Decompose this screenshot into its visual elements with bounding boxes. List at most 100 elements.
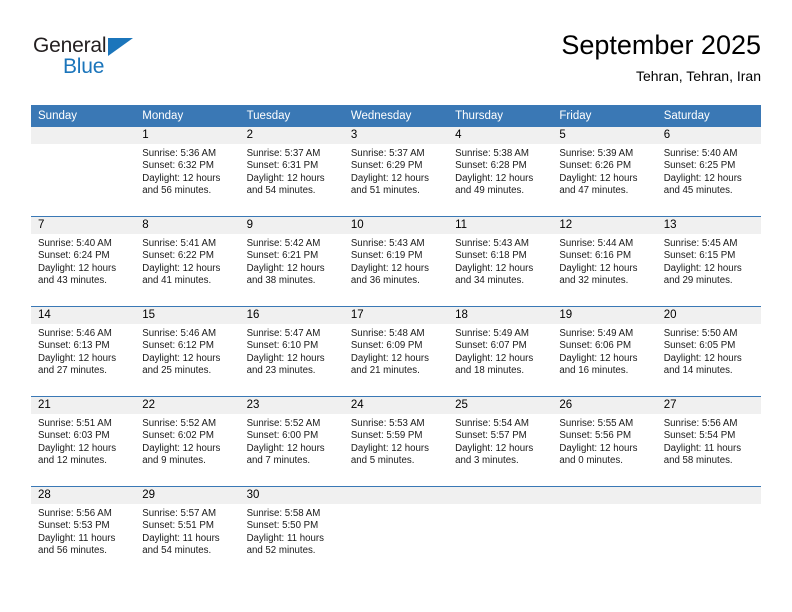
day-details: Sunrise: 5:56 AM Sunset: 5:53 PM Daylight:… <box>31 504 135 558</box>
sunset-text: Sunset: 5:53 PM <box>38 520 110 532</box>
day-details: Sunrise: 5:43 AM Sunset: 6:19 PM Daylight:… <box>344 234 448 288</box>
daylight-text-line1: Daylight: 12 hours <box>350 262 429 274</box>
day-cell-inner: 7 Sunrise: 5:40 AM Sunset: 6:24 PM Daylight… <box>31 217 136 306</box>
calendar-grid: Sunday Monday Tuesday Wednesday Thursday… <box>31 105 761 576</box>
daylight-text-line2: and 56 minutes. <box>142 185 212 197</box>
day-number: 7 <box>31 217 136 234</box>
day-details: Sunrise: 5:53 AM Sunset: 5:59 PM Daylight:… <box>344 414 448 468</box>
day-cell-inner: 10 Sunrise: 5:43 AM Sunset: 6:19 PM Dayligh… <box>343 217 449 306</box>
daylight-text-line2: and 5 minutes. <box>350 455 415 467</box>
sunset-text: Sunset: 6:18 PM <box>455 250 527 262</box>
calendar-day-cell[interactable]: 16 Sunrise: 5:47 AM Sunset: 6:10 PM Dayligh… <box>239 306 344 397</box>
calendar-day-cell[interactable]: 14 Sunrise: 5:46 AM Sunset: 6:13 PM Dayligh… <box>31 306 136 397</box>
daylight-text-line2: and 23 minutes. <box>246 365 316 377</box>
calendar-day-cell[interactable]: 18 Sunrise: 5:49 AM Sunset: 6:07 PM Dayligh… <box>448 306 553 397</box>
daylight-text-line2: and 36 minutes. <box>350 275 420 287</box>
calendar-day-cell[interactable]: 9 Sunrise: 5:42 AM Sunset: 6:21 PM Daylight… <box>239 216 344 307</box>
daylight-text-line2: and 54 minutes. <box>142 545 212 557</box>
sunset-text: Sunset: 6:26 PM <box>559 160 632 172</box>
calendar-day-cell[interactable]: 1 Sunrise: 5:36 AM Sunset: 6:32 PM Daylight… <box>135 127 240 217</box>
calendar-day-cell[interactable]: 12 Sunrise: 5:44 AM Sunset: 6:16 PM Dayligh… <box>552 216 657 307</box>
sunrise-text: Sunrise: 5:48 AM <box>350 328 425 339</box>
calendar-day-cell[interactable]: 5 Sunrise: 5:39 AM Sunset: 6:26 PM Daylight… <box>552 127 657 217</box>
calendar-cell-empty <box>31 127 136 217</box>
calendar-day-cell[interactable]: 6 Sunrise: 5:40 AM Sunset: 6:25 PM Daylight… <box>656 127 761 217</box>
weekday-header-wednesday: Wednesday <box>343 105 449 127</box>
calendar-day-cell[interactable]: 17 Sunrise: 5:48 AM Sunset: 6:09 PM Dayligh… <box>343 306 449 397</box>
calendar-day-cell[interactable]: 25 Sunrise: 5:54 AM Sunset: 5:57 PM Dayligh… <box>448 396 553 487</box>
daylight-text-line1: Daylight: 12 hours <box>142 442 221 454</box>
daylight-text-line2: and 58 minutes. <box>663 455 733 467</box>
daylight-text-line2: and 45 minutes. <box>663 185 733 197</box>
calendar-day-cell[interactable]: 30 Sunrise: 5:58 AM Sunset: 5:50 PM Dayligh… <box>239 486 344 576</box>
calendar-day-cell[interactable]: 22 Sunrise: 5:52 AM Sunset: 6:02 PM Dayligh… <box>135 396 240 487</box>
page-subtitle: Tehran, Tehran, Iran <box>635 68 761 84</box>
sunset-text: Sunset: 6:09 PM <box>350 340 423 352</box>
calendar-day-cell[interactable]: 29 Sunrise: 5:57 AM Sunset: 5:51 PM Dayligh… <box>135 486 240 576</box>
daylight-text-line2: and 0 minutes. <box>559 455 623 467</box>
day-cell-inner: 8 Sunrise: 5:41 AM Sunset: 6:22 PM Daylight… <box>135 217 240 306</box>
daylight-text-line1: Daylight: 12 hours <box>350 352 429 364</box>
calendar-day-cell[interactable]: 19 Sunrise: 5:49 AM Sunset: 6:06 PM Dayligh… <box>552 306 657 397</box>
day-number: 9 <box>239 217 344 234</box>
day-number <box>343 487 449 504</box>
sunrise-text: Sunrise: 5:52 AM <box>142 418 217 429</box>
sunset-text: Sunset: 6:21 PM <box>246 250 319 262</box>
calendar-day-cell[interactable]: 23 Sunrise: 5:52 AM Sunset: 6:00 PM Dayligh… <box>239 396 344 487</box>
daylight-text-line1: Daylight: 12 hours <box>663 352 742 364</box>
day-details: Sunrise: 5:38 AM Sunset: 6:28 PM Daylight:… <box>448 144 552 198</box>
calendar-day-cell[interactable]: 11 Sunrise: 5:43 AM Sunset: 6:18 PM Dayligh… <box>448 216 553 307</box>
calendar-day-cell[interactable]: 21 Sunrise: 5:51 AM Sunset: 6:03 PM Dayligh… <box>31 396 136 487</box>
calendar-day-cell[interactable]: 26 Sunrise: 5:55 AM Sunset: 5:56 PM Dayligh… <box>552 396 657 487</box>
calendar-day-cell[interactable]: 4 Sunrise: 5:38 AM Sunset: 6:28 PM Daylight… <box>448 127 553 217</box>
calendar-day-cell[interactable]: 10 Sunrise: 5:43 AM Sunset: 6:19 PM Dayligh… <box>343 216 449 307</box>
day-number: 26 <box>552 397 657 414</box>
day-cell-inner: 27 Sunrise: 5:56 AM Sunset: 5:54 PM Dayligh… <box>656 397 761 486</box>
sunset-text: Sunset: 5:54 PM <box>663 430 736 442</box>
day-number: 12 <box>552 217 657 234</box>
day-number: 28 <box>31 487 136 504</box>
sunset-text: Sunset: 6:06 PM <box>559 340 632 352</box>
daylight-text-line1: Daylight: 12 hours <box>350 172 429 184</box>
day-number: 29 <box>135 487 240 504</box>
day-number: 16 <box>239 307 344 324</box>
calendar-day-cell[interactable]: 3 Sunrise: 5:37 AM Sunset: 6:29 PM Daylight… <box>343 127 449 217</box>
day-cell-inner: 24 Sunrise: 5:53 AM Sunset: 5:59 PM Dayligh… <box>343 397 449 486</box>
day-cell-inner: 26 Sunrise: 5:55 AM Sunset: 5:56 PM Dayligh… <box>552 397 657 486</box>
sunrise-text: Sunrise: 5:56 AM <box>663 418 738 429</box>
day-cell-inner: 17 Sunrise: 5:48 AM Sunset: 6:09 PM Dayligh… <box>343 307 449 396</box>
sunset-text: Sunset: 6:32 PM <box>142 160 214 172</box>
day-number: 13 <box>656 217 761 234</box>
title-block: September 2025 Tehran, Tehran, Iran <box>561 28 761 86</box>
day-details: Sunrise: 5:43 AM Sunset: 6:18 PM Daylight:… <box>448 234 552 288</box>
calendar-day-cell[interactable]: 2 Sunrise: 5:37 AM Sunset: 6:31 PM Daylight… <box>239 127 344 217</box>
calendar-day-cell[interactable]: 7 Sunrise: 5:40 AM Sunset: 6:24 PM Daylight… <box>31 216 136 307</box>
sunset-text: Sunset: 5:50 PM <box>246 520 319 532</box>
daylight-text-line1: Daylight: 12 hours <box>38 352 117 364</box>
day-details: Sunrise: 5:49 AM Sunset: 6:06 PM Daylight:… <box>552 324 656 378</box>
daylight-text-line1: Daylight: 12 hours <box>142 352 221 364</box>
daylight-text-line2: and 47 minutes. <box>559 185 629 197</box>
calendar-day-cell[interactable]: 20 Sunrise: 5:50 AM Sunset: 6:05 PM Dayligh… <box>656 306 761 397</box>
day-details: Sunrise: 5:36 AM Sunset: 6:32 PM Daylight:… <box>135 144 239 198</box>
daylight-text-line1: Daylight: 11 hours <box>663 442 742 454</box>
sunset-text: Sunset: 6:07 PM <box>455 340 527 352</box>
calendar-day-cell[interactable]: 13 Sunrise: 5:45 AM Sunset: 6:15 PM Dayligh… <box>656 216 761 307</box>
sunrise-text: Sunrise: 5:58 AM <box>246 508 321 519</box>
calendar-day-cell[interactable]: 28 Sunrise: 5:56 AM Sunset: 5:53 PM Dayligh… <box>31 486 136 576</box>
calendar-day-cell[interactable]: 27 Sunrise: 5:56 AM Sunset: 5:54 PM Dayligh… <box>656 396 761 487</box>
generalblue-logo[interactable]: General Blue <box>33 34 183 88</box>
calendar-day-cell[interactable]: 8 Sunrise: 5:41 AM Sunset: 6:22 PM Daylight… <box>135 216 240 307</box>
daylight-text-line1: Daylight: 12 hours <box>246 172 325 184</box>
daylight-text-line2: and 41 minutes. <box>142 275 212 287</box>
day-details: Sunrise: 5:52 AM Sunset: 6:02 PM Daylight:… <box>135 414 239 468</box>
page-header: General Blue September 2025 Tehran, Tehr… <box>31 28 761 98</box>
daylight-text-line2: and 51 minutes. <box>350 185 420 197</box>
daylight-text-line1: Daylight: 12 hours <box>663 262 742 274</box>
day-cell-inner: 4 Sunrise: 5:38 AM Sunset: 6:28 PM Daylight… <box>448 127 553 216</box>
day-cell-inner: 12 Sunrise: 5:44 AM Sunset: 6:16 PM Dayligh… <box>552 217 657 306</box>
calendar-day-cell[interactable]: 24 Sunrise: 5:53 AM Sunset: 5:59 PM Dayligh… <box>343 396 449 487</box>
sunset-text: Sunset: 6:05 PM <box>663 340 736 352</box>
calendar-day-cell[interactable]: 15 Sunrise: 5:46 AM Sunset: 6:12 PM Dayligh… <box>135 306 240 397</box>
daylight-text-line2: and 7 minutes. <box>246 455 311 467</box>
